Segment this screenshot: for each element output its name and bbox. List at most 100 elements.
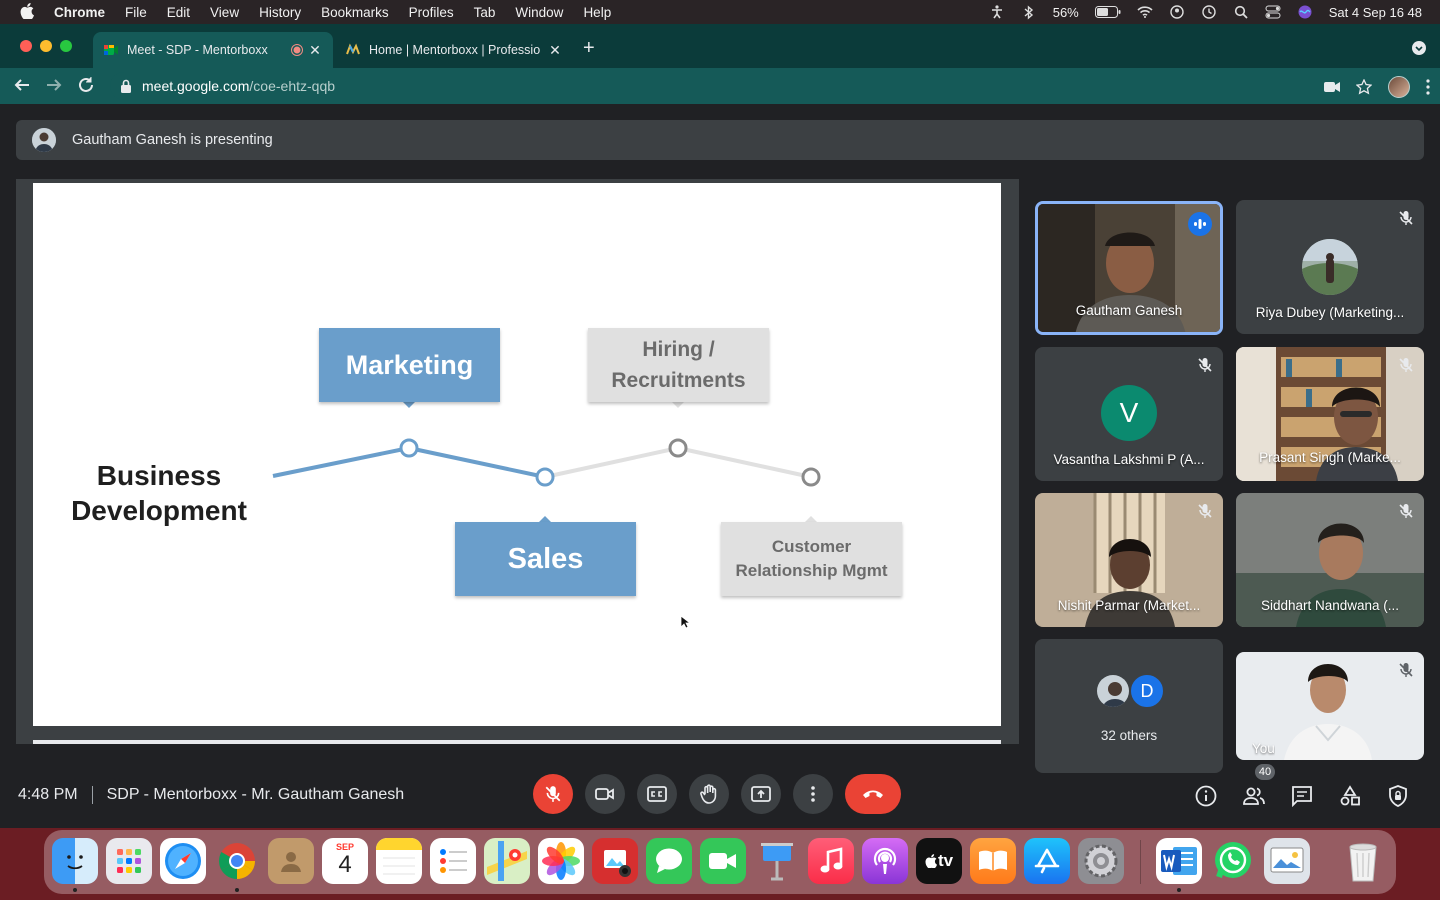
camera-toggle-button[interactable] [585, 774, 625, 814]
tab-mentorboxx[interactable]: Home | Mentorboxx | Professio ✕ [335, 32, 573, 68]
dock: SEP 4 tv [44, 830, 1396, 894]
mic-toggle-button[interactable] [533, 774, 573, 814]
calendar-day: 4 [338, 851, 352, 878]
bookmark-star-icon[interactable] [1356, 79, 1372, 95]
zoom-window-button[interactable] [60, 40, 72, 52]
facetime-icon[interactable] [700, 838, 746, 884]
minimize-window-button[interactable] [40, 40, 52, 52]
forward-arrow-icon[interactable] [44, 76, 64, 96]
spotlight-search-icon[interactable] [1233, 4, 1249, 20]
bluetooth-icon[interactable] [1021, 4, 1037, 20]
books-icon[interactable] [970, 838, 1016, 884]
contacts-icon[interactable] [268, 838, 314, 884]
photos-icon[interactable] [538, 838, 584, 884]
apple-menu-icon[interactable] [20, 2, 34, 22]
reload-icon[interactable] [76, 76, 96, 96]
safari-icon[interactable] [160, 838, 206, 884]
participant-tile[interactable]: Riya Dubey (Marketing... [1236, 200, 1424, 334]
menu-file[interactable]: File [125, 5, 147, 20]
slide-box-hiring: Hiring / Recruitments [588, 328, 769, 402]
menu-profiles[interactable]: Profiles [409, 5, 454, 20]
whatsapp-icon[interactable] [1210, 838, 1256, 884]
raise-hand-icon [700, 784, 717, 804]
menu-window[interactable]: Window [515, 5, 563, 20]
chat-button[interactable] [1290, 784, 1314, 808]
calendar-icon[interactable]: SEP 4 [322, 838, 368, 884]
close-tab-icon[interactable]: ✕ [547, 42, 563, 59]
raise-hand-button[interactable] [689, 774, 729, 814]
participant-avatar: D [1129, 673, 1165, 709]
tab-search-icon[interactable] [1412, 41, 1426, 55]
new-tab-icon[interactable]: + [583, 38, 595, 58]
meeting-time: 4:48 PM [18, 786, 78, 803]
launchpad-icon[interactable] [106, 838, 152, 884]
close-window-button[interactable] [20, 40, 32, 52]
slide-box-label: Recruitments [611, 369, 746, 392]
people-button[interactable] [1242, 784, 1266, 808]
participant-tile[interactable]: Nishit Parmar (Market... [1035, 493, 1223, 627]
others-tile[interactable]: D 32 others [1035, 639, 1223, 773]
activities-button[interactable] [1338, 784, 1362, 808]
lock-icon[interactable] [120, 79, 132, 93]
meeting-title[interactable]: SDP - Mentorboxx - Mr. Gautham Ganesh [107, 786, 405, 804]
participant-tile[interactable]: Prasant Singh (Marke... [1236, 347, 1424, 481]
keynote-icon[interactable] [754, 838, 800, 884]
leave-call-button[interactable] [845, 774, 901, 814]
reminders-icon[interactable] [430, 838, 476, 884]
self-tile[interactable]: You [1236, 652, 1424, 760]
menu-datetime[interactable]: Sat 4 Sep 16 48 [1329, 5, 1422, 20]
address-bar[interactable]: meet.google.com/coe-ehtz-qqb [110, 72, 1372, 100]
participant-tile[interactable]: Gautham Ganesh [1035, 201, 1223, 335]
app-store-icon[interactable] [1024, 838, 1070, 884]
menu-app-name[interactable]: Chrome [54, 5, 105, 20]
wifi-icon[interactable] [1137, 4, 1153, 20]
slide-box-sales: Sales [455, 522, 636, 596]
menu-tab[interactable]: Tab [474, 5, 496, 20]
trash-icon[interactable] [1340, 838, 1386, 884]
finder-icon[interactable] [52, 838, 98, 884]
camera-in-use-icon[interactable] [1324, 81, 1340, 93]
menu-history[interactable]: History [259, 5, 301, 20]
host-controls-button[interactable] [1386, 784, 1410, 808]
slide-box-marketing: Marketing [319, 328, 500, 402]
maps-icon[interactable] [484, 838, 530, 884]
participant-count-badge: 40 [1255, 764, 1275, 780]
meeting-details-button[interactable] [1194, 784, 1218, 808]
present-now-button[interactable] [741, 774, 781, 814]
battery-icon[interactable] [1094, 4, 1121, 20]
music-icon[interactable] [808, 838, 854, 884]
menu-bookmarks[interactable]: Bookmarks [321, 5, 389, 20]
microsoft-word-icon[interactable] [1156, 838, 1202, 884]
apple-tv-icon[interactable]: tv [916, 838, 962, 884]
time-machine-icon[interactable] [1201, 4, 1217, 20]
dock-separator [1140, 840, 1141, 884]
menu-view[interactable]: View [210, 5, 239, 20]
participant-tile[interactable]: V Vasantha Lakshmi P (A... [1035, 347, 1223, 481]
chrome-menu-icon[interactable] [1426, 79, 1430, 95]
participant-tile[interactable]: Siddhart Nandwana (... [1236, 493, 1424, 627]
more-options-button[interactable] [793, 774, 833, 814]
notes-icon[interactable] [376, 838, 422, 884]
messages-icon[interactable] [646, 838, 692, 884]
preview-icon[interactable] [1264, 838, 1310, 884]
menu-bar: Chrome File Edit View History Bookmarks … [0, 0, 1440, 24]
menu-edit[interactable]: Edit [167, 5, 190, 20]
back-arrow-icon[interactable] [12, 76, 32, 96]
people-icon [1243, 787, 1265, 805]
running-indicator [1177, 888, 1181, 892]
user-account-icon[interactable] [1169, 4, 1185, 20]
photo-booth-icon[interactable] [592, 838, 638, 884]
siri-icon[interactable] [1297, 4, 1313, 20]
system-preferences-icon[interactable] [1078, 838, 1124, 884]
tab-meet[interactable]: Meet - SDP - Mentorboxx ✕ [93, 32, 333, 68]
participant-name: Prasant Singh (Marke... [1259, 450, 1401, 465]
podcasts-icon[interactable] [862, 838, 908, 884]
captions-button[interactable] [637, 774, 677, 814]
chrome-icon[interactable] [214, 838, 260, 884]
control-center-icon[interactable] [1265, 4, 1281, 20]
google-meet-favicon-icon [104, 45, 118, 55]
close-tab-icon[interactable]: ✕ [307, 42, 323, 59]
accessibility-icon[interactable] [989, 4, 1005, 20]
profile-avatar[interactable] [1388, 76, 1410, 98]
menu-help[interactable]: Help [583, 5, 611, 20]
